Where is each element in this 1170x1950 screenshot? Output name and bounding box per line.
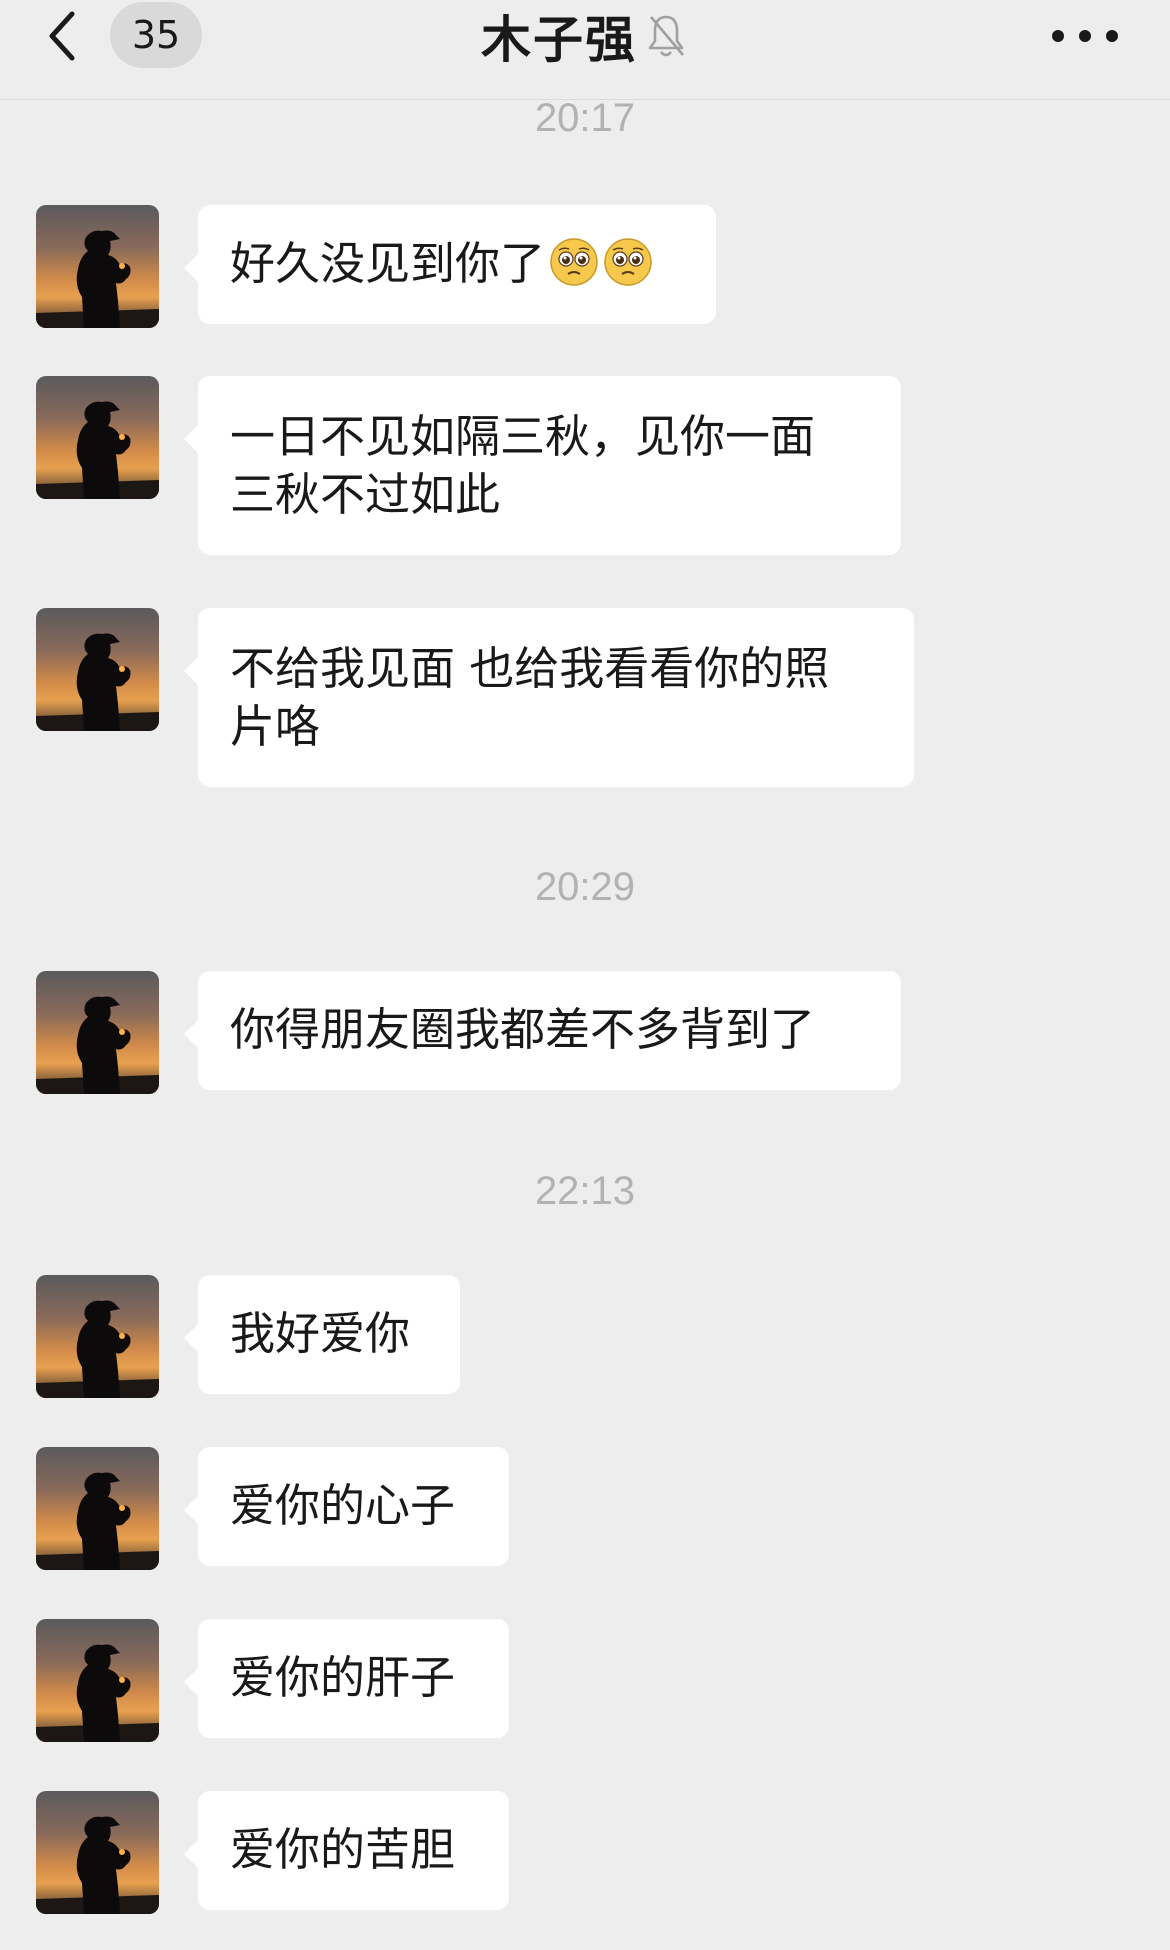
message-bubble[interactable]: 我好爱你: [184, 1275, 460, 1394]
avatar[interactable]: [36, 376, 159, 499]
back-button[interactable]: [40, 8, 90, 64]
timestamp: 20:29: [534, 865, 636, 909]
chat-title: 木子强: [481, 11, 637, 69]
chat-header: 35 木子强: [0, 0, 1170, 100]
message-text: 我好爱你: [230, 1307, 411, 1360]
avatar[interactable]: [36, 1791, 159, 1914]
message-text-line: 不给我见面 也给我看看你的照: [230, 642, 830, 695]
avatar[interactable]: [36, 1447, 159, 1570]
message-bubble[interactable]: 好久没见到你了: [184, 205, 716, 324]
avatar[interactable]: [36, 1619, 159, 1742]
message-text: 好久没见到你了: [230, 237, 546, 290]
avatar[interactable]: [36, 205, 159, 328]
avatar[interactable]: [36, 1275, 159, 1398]
message-text: 爱你的肝子: [230, 1651, 456, 1704]
avatar-image: [36, 376, 159, 499]
message-bubble[interactable]: 你得朋友圈我都差不多背到了: [184, 971, 901, 1090]
pleading-face-icon: [603, 237, 653, 287]
avatar-image: [36, 205, 159, 328]
message-bubble[interactable]: 不给我见面 也给我看看你的照 片咯: [184, 608, 914, 787]
more-options-button[interactable]: [1052, 16, 1118, 56]
message-text-line: 片咯: [230, 700, 321, 753]
message-text: 爱你的心子: [230, 1479, 456, 1532]
avatar-image: [36, 1791, 159, 1914]
bell-muted-icon: [648, 15, 684, 57]
message-bubble[interactable]: 一日不见如隔三秋，见你一面 三秋不过如此: [184, 376, 901, 555]
avatar-image: [36, 971, 159, 1094]
avatar[interactable]: [36, 608, 159, 731]
message-text: 爱你的苦胆: [230, 1823, 456, 1876]
message-text-line: 三秋不过如此: [230, 468, 501, 521]
unread-count-badge[interactable]: 35: [110, 2, 202, 68]
message-bubble[interactable]: 爱你的苦胆: [184, 1791, 509, 1910]
back-chevron-icon: [49, 11, 75, 61]
timestamp: 22:13: [534, 1169, 636, 1213]
avatar-image: [36, 1619, 159, 1742]
avatar[interactable]: [36, 971, 159, 1094]
message-bubble[interactable]: 爱你的心子: [184, 1447, 509, 1566]
message-text-line: 一日不见如隔三秋，见你一面: [230, 410, 816, 463]
avatar-image: [36, 1447, 159, 1570]
avatar-image: [36, 608, 159, 731]
message-text: 你得朋友圈我都差不多背到了: [230, 1003, 816, 1056]
message-bubble[interactable]: 爱你的肝子: [184, 1619, 509, 1738]
more-dots-icon: [1052, 30, 1064, 42]
avatar-image: [36, 1275, 159, 1398]
pleading-face-icon: [549, 237, 599, 287]
timestamp: 20:17: [534, 96, 636, 140]
